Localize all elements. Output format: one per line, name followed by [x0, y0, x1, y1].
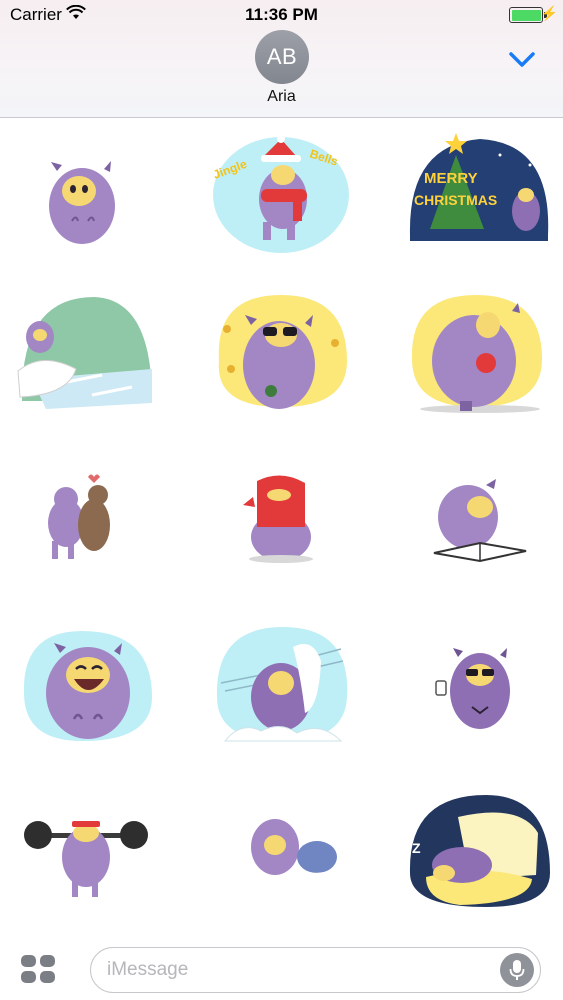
sticker-llama-sleeping[interactable]: Z: [400, 783, 560, 933]
status-time: 11:36 PM: [245, 5, 318, 24]
app-drawer-dot: [21, 955, 36, 967]
bolt-icon: ⚡: [540, 5, 558, 21]
svg-text:CHRISTMAS: CHRISTMAS: [414, 192, 497, 208]
sticker-llama-jingle-bells[interactable]: Jingle Bells: [201, 127, 361, 277]
battery-indicator: [509, 7, 543, 23]
llama-sticker-image: Jingle Bells: [211, 135, 349, 253]
app-drawer-dot: [21, 971, 36, 983]
contact-name[interactable]: Aria: [0, 88, 563, 106]
sticker-llama-sunglasses-drink[interactable]: [400, 617, 560, 767]
sticker-llama-red-scarf[interactable]: [201, 453, 361, 603]
llama-sticker-image: [433, 479, 527, 563]
llama-sticker-image: [243, 475, 313, 563]
llama-sticker-image: Z: [409, 795, 550, 907]
sticker-llama-reading[interactable]: [400, 453, 560, 603]
app-drawer-dot: [40, 955, 55, 967]
message-compose-bar: [0, 938, 563, 1000]
message-input[interactable]: [107, 956, 487, 984]
llama-sticker-image: [435, 648, 510, 729]
sticker-llama-laughing[interactable]: [2, 617, 162, 767]
sticker-llama-gift[interactable]: [400, 289, 560, 439]
llama-sticker-image: [23, 631, 152, 741]
status-bar: Carrier 11:36 PM ⚡: [0, 0, 563, 30]
app-drawer-dot: [40, 971, 55, 983]
llama-sticker-image: [48, 474, 110, 559]
svg-text:Z: Z: [412, 840, 421, 856]
contact-avatar[interactable]: AB: [255, 30, 309, 84]
sticker-llama-snowstorm[interactable]: [201, 617, 361, 767]
llama-sticker-image: [24, 821, 148, 897]
llama-sticker-image: [49, 161, 115, 244]
sticker-llama-crawling[interactable]: [201, 783, 361, 933]
sticker-grid: Jingle Bells MERRY CHRISTMAS Z: [0, 119, 563, 939]
message-field[interactable]: [90, 947, 541, 993]
llama-sticker-image: [243, 819, 337, 879]
sticker-llama-sunglasses-coins[interactable]: [201, 289, 361, 439]
avatar-initials: AB: [266, 44, 298, 69]
sticker-llama-weightlifting[interactable]: [2, 783, 162, 933]
sticker-llama-merry-christmas[interactable]: MERRY CHRISTMAS: [400, 125, 560, 275]
app-drawer-icon[interactable]: [21, 955, 57, 985]
llama-sticker-image: [17, 297, 152, 409]
collapse-button[interactable]: [505, 46, 539, 72]
llama-sticker-image: [411, 295, 542, 413]
microphone-icon: [509, 960, 525, 980]
llama-sticker-image: [216, 627, 348, 742]
battery-fill: [511, 9, 541, 21]
llama-sticker-image: MERRY CHRISTMAS: [409, 133, 549, 241]
llama-sticker-image: [218, 295, 347, 409]
svg-text:MERRY: MERRY: [424, 170, 478, 187]
sticker-llama-hug-bear[interactable]: [2, 453, 162, 603]
microphone-button[interactable]: [500, 953, 534, 987]
sticker-llama-plain[interactable]: [2, 131, 162, 281]
sticker-llama-snow-sled[interactable]: [2, 291, 162, 441]
chevron-down-icon: [509, 52, 535, 67]
